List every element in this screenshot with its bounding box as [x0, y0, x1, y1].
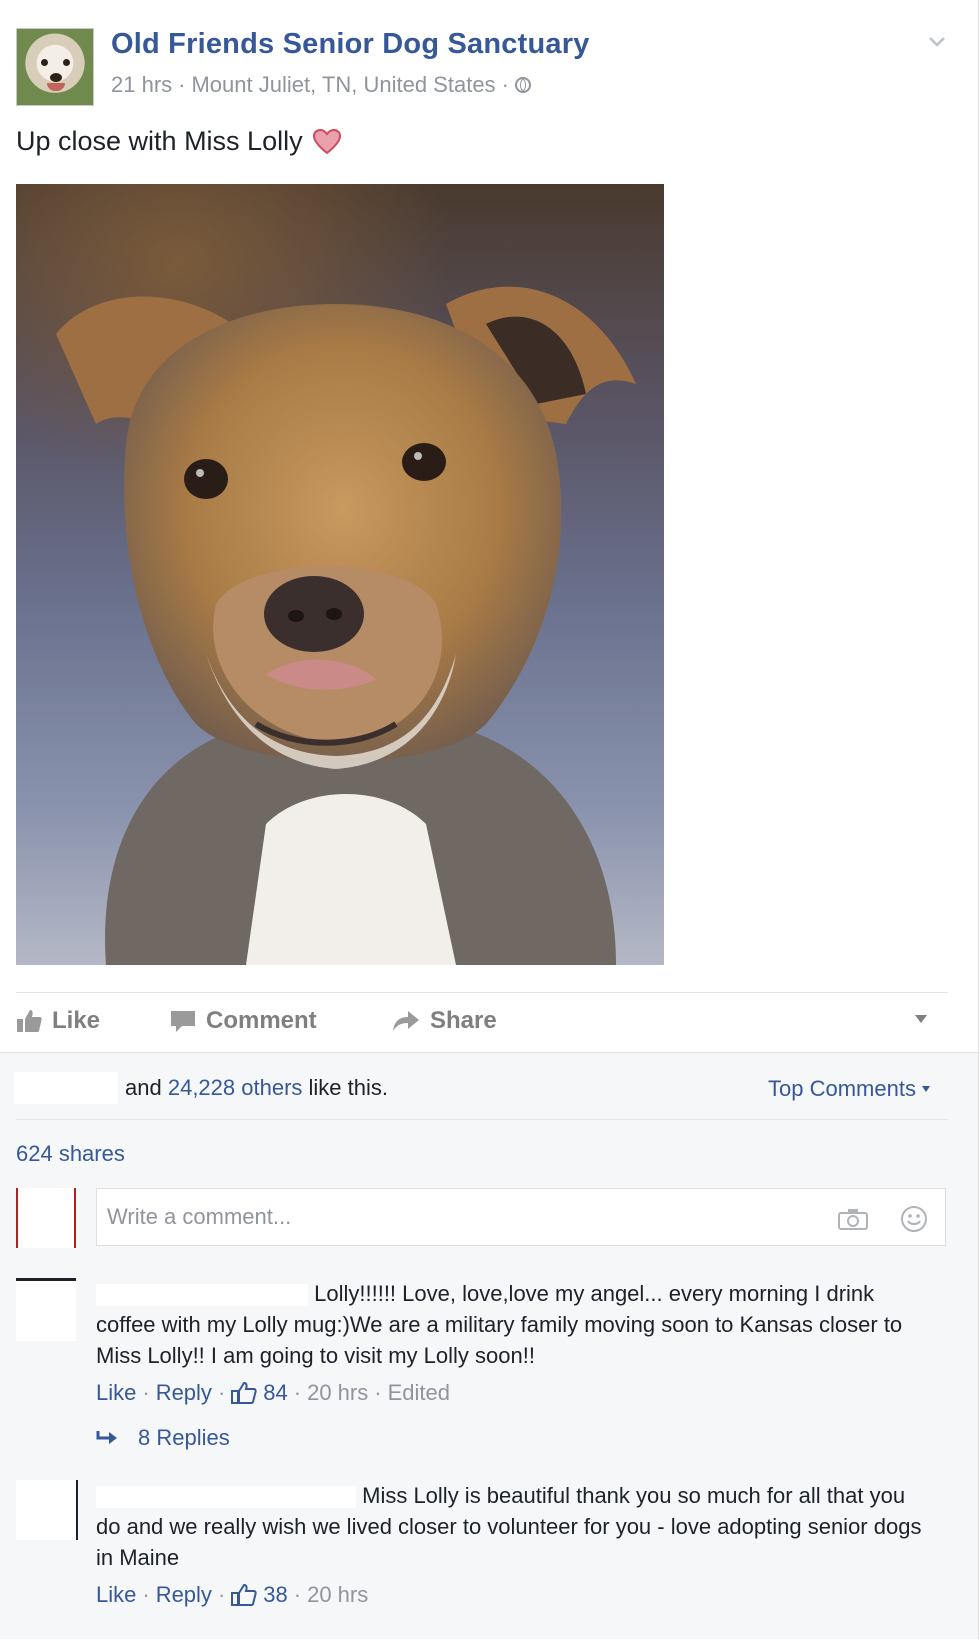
view-replies-link[interactable]: 8 Replies — [96, 1425, 230, 1451]
comment-time[interactable]: 20 hrs — [307, 1582, 368, 1608]
post-location[interactable]: Mount Juliet, TN, United States — [191, 72, 495, 98]
camera-icon[interactable] — [838, 1208, 868, 1230]
separator: · — [142, 1380, 150, 1405]
likes-suffix: like this. — [308, 1075, 388, 1100]
heart-icon — [312, 128, 341, 154]
page-avatar[interactable] — [16, 28, 94, 106]
post-meta: 21 hrs · Mount Juliet, TN, United States… — [111, 72, 531, 98]
post-message: Up close with Miss Lolly — [16, 126, 341, 157]
top-comments-dropdown[interactable]: Top Comments — [768, 1076, 930, 1102]
comment-like-link[interactable]: Like — [96, 1380, 136, 1406]
thumbs-up-icon — [231, 1583, 257, 1606]
post-photo[interactable] — [16, 184, 664, 965]
comment-actions: Like · Reply · 38 · 20 hrs — [96, 1582, 368, 1608]
comment-placeholder: Write a comment... — [107, 1204, 292, 1229]
comment-edited[interactable]: Edited — [388, 1380, 450, 1406]
thumbs-up-icon — [231, 1381, 257, 1404]
caret-down-icon — [921, 1086, 930, 1092]
redacted-name — [14, 1072, 118, 1104]
commenter-avatar[interactable] — [16, 1278, 76, 1341]
comment-time[interactable]: 20 hrs — [307, 1380, 368, 1406]
top-comments-label: Top Comments — [768, 1076, 916, 1101]
separator: · — [293, 1380, 302, 1405]
likes-summary: and 24,228 others like this. — [125, 1075, 388, 1101]
share-arrow-icon — [393, 1011, 419, 1031]
share-button[interactable]: Share — [392, 1004, 497, 1038]
reply-arrow-icon — [96, 1431, 117, 1444]
dog-photo — [56, 286, 636, 965]
comment-like-link[interactable]: Like — [96, 1582, 136, 1608]
avatar-eye — [41, 59, 48, 66]
post-text: Up close with Miss Lolly — [16, 126, 303, 156]
likes-count-link[interactable]: 24,228 others — [168, 1075, 303, 1100]
caret-down-icon[interactable] — [914, 1014, 928, 1024]
comment-button[interactable]: Comment — [170, 1004, 317, 1038]
like-label: Like — [52, 1007, 101, 1034]
smile-icon[interactable] — [900, 1205, 928, 1233]
divider — [16, 1119, 948, 1120]
avatar-nose — [50, 73, 62, 82]
comment-reply-link[interactable]: Reply — [156, 1582, 212, 1608]
comment-input[interactable]: Write a comment... — [96, 1188, 946, 1246]
comment-text: Lolly!!!!!! Love, love,love my angel... … — [96, 1278, 926, 1371]
thumbs-up-icon — [17, 1010, 42, 1032]
separator: · — [142, 1582, 150, 1607]
post-time[interactable]: 21 hrs — [111, 72, 172, 98]
likes-prefix: and — [125, 1075, 162, 1100]
globe-icon — [514, 77, 531, 93]
separator: · — [374, 1380, 382, 1405]
redacted-commenter-name[interactable] — [96, 1284, 308, 1307]
avatar-mouth — [47, 83, 65, 91]
separator: · — [217, 1380, 226, 1405]
comment-text: Miss Lolly is beautiful thank you so muc… — [96, 1480, 926, 1573]
avatar-eye — [63, 59, 70, 66]
commenter-avatar[interactable] — [16, 1480, 78, 1540]
comment-actions: Like · Reply · 84 · 20 hrs · Edited — [96, 1380, 450, 1406]
comment-icon — [171, 1011, 195, 1032]
separator: · — [293, 1582, 302, 1607]
chevron-down-icon[interactable] — [928, 32, 946, 50]
post-card: Old Friends Senior Dog Sanctuary 21 hrs … — [0, 0, 979, 1639]
separator: · — [501, 72, 509, 97]
current-user-avatar — [16, 1188, 76, 1248]
comment-label: Comment — [206, 1007, 317, 1034]
shares-link[interactable]: 624 shares — [16, 1141, 125, 1167]
comment-like-count[interactable]: 84 — [263, 1380, 287, 1406]
comment-like-count[interactable]: 38 — [263, 1582, 287, 1608]
replies-count: 8 Replies — [138, 1425, 230, 1450]
separator: · — [178, 72, 186, 97]
redacted-commenter-name[interactable] — [96, 1486, 356, 1509]
divider — [16, 992, 948, 993]
like-button[interactable]: Like — [16, 1004, 100, 1038]
comment-reply-link[interactable]: Reply — [156, 1380, 212, 1406]
separator: · — [217, 1582, 226, 1607]
share-label: Share — [430, 1007, 497, 1034]
page-name-link[interactable]: Old Friends Senior Dog Sanctuary — [111, 28, 590, 61]
